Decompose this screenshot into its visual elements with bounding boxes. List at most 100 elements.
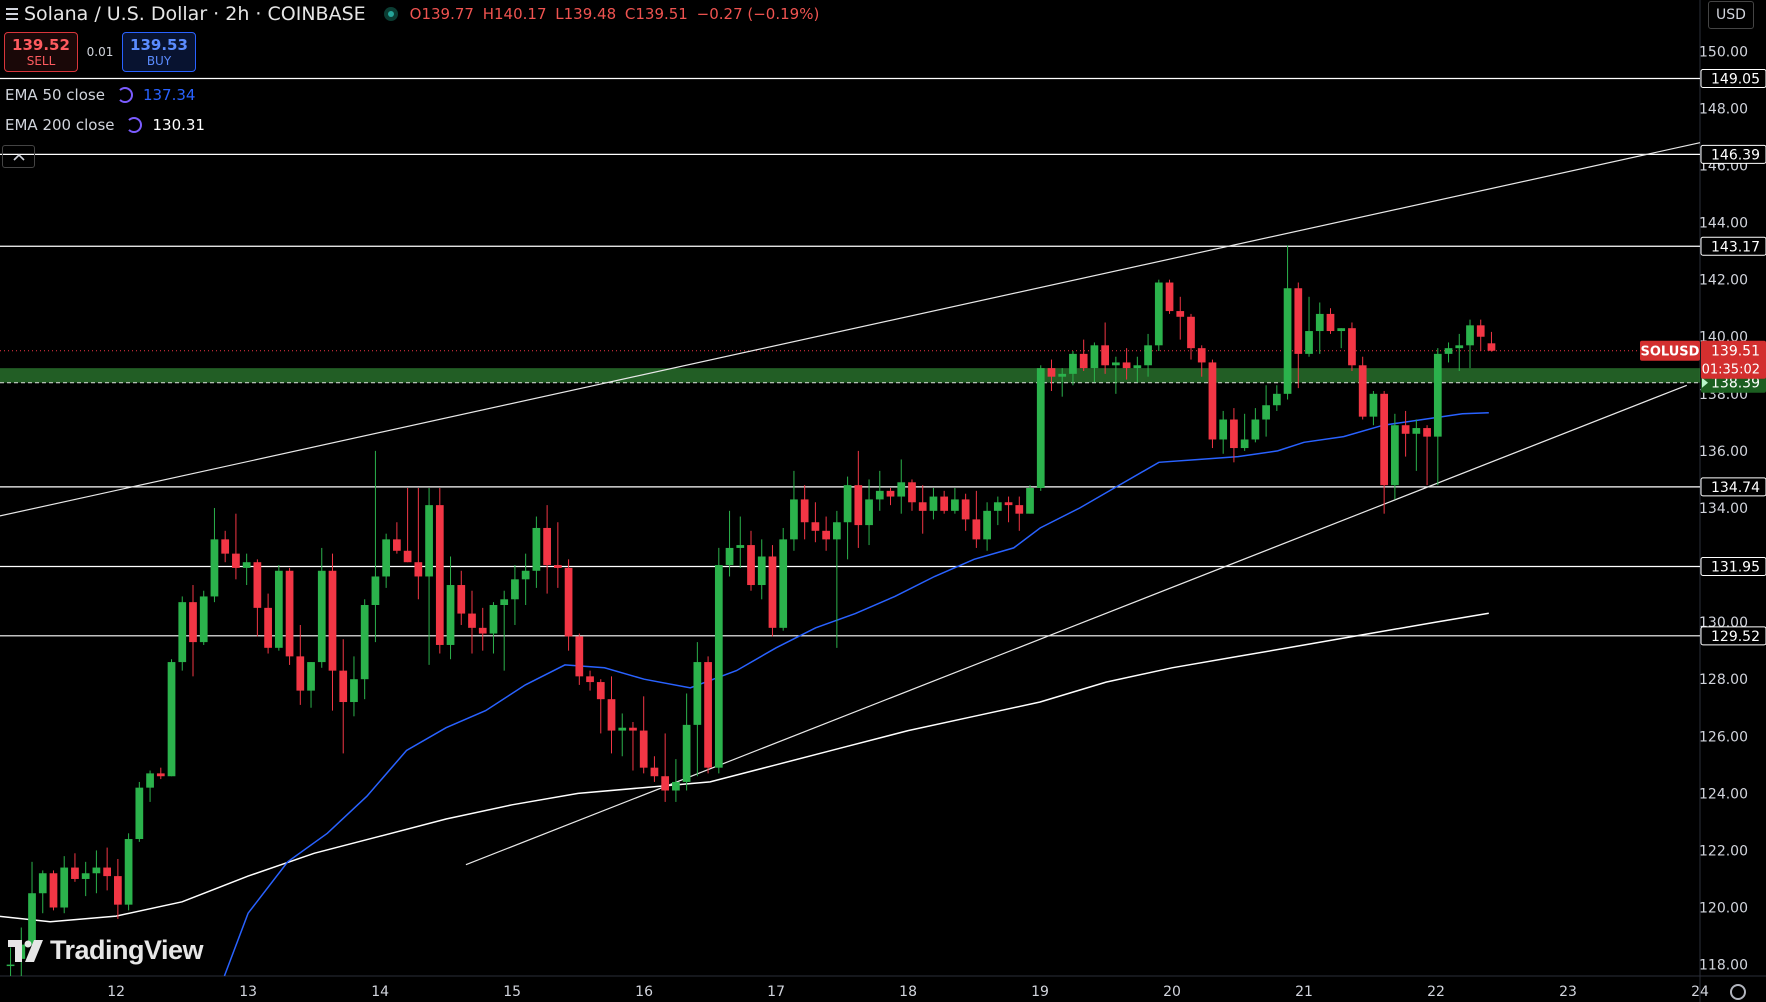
candle-body (951, 499, 959, 511)
candle-body (832, 522, 841, 540)
candle-body (629, 727, 637, 731)
y-tick-label: 144.00 (1699, 216, 1748, 232)
y-tick-label: 134.00 (1699, 501, 1748, 517)
candle-body (1165, 282, 1174, 312)
candle-body (639, 730, 648, 768)
candle-body (725, 547, 734, 566)
candle-body (135, 787, 144, 840)
candle-body (296, 656, 305, 691)
candle-body (779, 539, 788, 628)
candle-body (1197, 348, 1206, 363)
candle-body (1122, 362, 1131, 369)
candle-body (790, 499, 798, 540)
candle-body (714, 565, 723, 768)
candle-body (993, 502, 1002, 511)
settings-icon[interactable] (1730, 984, 1746, 1000)
y-tick-label: 148.00 (1699, 101, 1748, 117)
candle-body (221, 539, 230, 554)
candle-body (747, 545, 755, 586)
candle-body (457, 585, 466, 614)
indicator-ema50[interactable]: EMA 50 close 137.34 (5, 86, 195, 104)
candle-body (38, 873, 47, 894)
candle-body (328, 570, 337, 671)
ema200-line (0, 612, 1489, 923)
candle-body (1176, 311, 1185, 317)
candle-body (500, 599, 509, 606)
level-price-label: 131.95 (1711, 559, 1760, 575)
candle-body (1487, 343, 1496, 351)
y-tick-label: 124.00 (1699, 786, 1748, 802)
candle-body (511, 579, 519, 600)
candle-body (178, 602, 187, 663)
candle-body (854, 485, 863, 526)
candle-body (285, 570, 294, 657)
x-tick-label: 15 (503, 984, 521, 1000)
candle-body (1101, 345, 1110, 366)
currency-button[interactable]: USD (1708, 1, 1754, 29)
tradingview-logo[interactable]: TradingView (8, 935, 204, 966)
candle-body (1455, 345, 1464, 349)
collapse-legend-button[interactable] (2, 145, 35, 168)
candle-body (114, 876, 122, 905)
menu-icon[interactable] (6, 8, 18, 20)
candle-body (940, 496, 949, 511)
candle-body (1294, 288, 1303, 354)
candle-body (1348, 328, 1356, 366)
candle-body (489, 605, 498, 634)
candle-body (897, 482, 906, 497)
y-tick-label: 142.00 (1699, 273, 1748, 289)
candle-body (575, 636, 584, 677)
candle-body (199, 596, 208, 643)
candle-body (1272, 393, 1281, 406)
indicator-ema200[interactable]: EMA 200 close 130.31 (5, 116, 205, 134)
candle-body (317, 570, 326, 663)
candle-body (1412, 428, 1421, 434)
candle-body (1283, 288, 1292, 394)
candle-body (468, 613, 476, 628)
candle-body (393, 539, 401, 551)
level-price-label: 143.17 (1711, 239, 1760, 255)
candle-body (307, 662, 315, 691)
symbol-tag-label: SOLUSD (1641, 345, 1700, 360)
candle-body (1337, 328, 1346, 332)
candle-body (146, 773, 154, 788)
candle-body (1240, 439, 1249, 449)
candle-body (886, 490, 895, 497)
candle-body (1423, 428, 1431, 437)
candle-body (425, 505, 433, 577)
candle-body (60, 867, 69, 908)
candle-body (1015, 505, 1024, 514)
candle-body (1380, 393, 1389, 486)
candle-body (596, 682, 605, 700)
candle-body (1444, 348, 1453, 354)
candle-body (1358, 365, 1367, 417)
countdown-label: 01:35:02 (1702, 363, 1760, 378)
candle-body (521, 570, 530, 580)
symbol-title[interactable]: Solana / U.S. Dollar · 2h · COINBASE (24, 3, 366, 25)
candle-body (1326, 313, 1335, 332)
candle-body (1466, 325, 1474, 346)
price-chart[interactable]: 150.00148.00146.00144.00142.00140.00138.… (0, 0, 1766, 1002)
buy-price: 139.53 (130, 36, 188, 54)
buy-button[interactable]: 139.53 BUY (122, 32, 196, 72)
candle-body (1187, 316, 1195, 349)
candle-body (1112, 362, 1120, 366)
market-status-icon (383, 7, 398, 21)
candle-body (650, 767, 659, 777)
high-value: H140.17 (482, 5, 547, 23)
candle-body (1047, 368, 1056, 377)
chevron-up-icon (12, 153, 25, 161)
y-tick-label: 120.00 (1699, 901, 1748, 917)
candle-body (1004, 502, 1013, 506)
x-tick-label: 22 (1427, 984, 1445, 1000)
candle-body (339, 670, 348, 703)
candle-body (1208, 362, 1217, 440)
indicator-value: 130.31 (152, 116, 205, 134)
y-tick-label: 136.00 (1699, 444, 1748, 460)
low-value: L139.48 (555, 5, 617, 23)
candle-body (865, 499, 873, 526)
tradingview-logo-icon (8, 939, 43, 962)
candle-body (908, 482, 916, 503)
candle-body (403, 550, 412, 563)
sell-button[interactable]: 139.52 SELL (4, 32, 78, 72)
